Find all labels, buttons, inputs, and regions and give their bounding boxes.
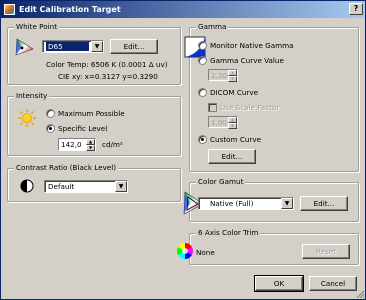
intensity-specific-label[interactable]: Specific Level [58, 124, 107, 133]
contrast-select[interactable]: Default ▼ [44, 180, 128, 193]
intensity-legend: Intensity [14, 91, 50, 100]
gamma-group: Gamma Monitor Native Gamma Gamma Curve V… [184, 22, 359, 172]
color-gamut-edit-button[interactable]: Edit... [300, 196, 348, 211]
spinner-arrows-icon[interactable]: ▲ ▼ [86, 139, 95, 151]
gamma-edit-button[interactable]: Edit... [208, 149, 256, 164]
dialog-window: Edit Calibration Target ? White Point D6… [0, 0, 366, 300]
gamma-curve-label[interactable]: Gamma Curve Value [210, 56, 284, 65]
color-gamut-legend: Color Gamut [196, 177, 246, 186]
color-trim-reset-button[interactable]: Reset [302, 244, 350, 259]
intensity-group: Intensity Maximum Possible Specific Leve… [7, 91, 181, 156]
intensity-max-label[interactable]: Maximum Possible [58, 109, 125, 118]
gamma-value-spinner[interactable]: 2,20 ▲ ▼ [208, 69, 238, 82]
gamma-custom-radio[interactable] [198, 135, 207, 144]
color-temp-text: Color Temp: 6506 K (0.0001 Δ uv) [46, 60, 168, 69]
gamma-dicom-radio[interactable] [198, 88, 207, 97]
intensity-level-spinner[interactable]: 142,0 ▲ ▼ [58, 138, 96, 151]
white-point-value: D65 [46, 42, 89, 51]
color-gamut-select[interactable]: Native (Full) ▼ [198, 197, 294, 210]
intensity-max-radio[interactable] [46, 109, 55, 118]
window-title: Edit Calibration Target [19, 5, 121, 14]
title-bar[interactable]: Edit Calibration Target ? [1, 1, 365, 18]
gamma-native-label[interactable]: Monitor Native Gamma [210, 41, 294, 50]
gamma-custom-label[interactable]: Custom Curve [210, 135, 261, 144]
intensity-level-value: 142,0 [61, 140, 82, 149]
white-point-edit-button[interactable]: Edit... [110, 39, 158, 54]
chevron-down-icon: ▼ [91, 41, 103, 52]
contrast-icon [20, 179, 34, 193]
intensity-unit: cd/m² [102, 140, 123, 149]
scale-factor-spinner[interactable]: 1,00 ▲ ▼ [208, 116, 238, 129]
cancel-button[interactable]: Cancel [309, 276, 357, 291]
color-trim-value: None [196, 248, 215, 257]
contrast-value: Default [48, 182, 75, 191]
white-point-legend: White Point [14, 22, 60, 31]
intensity-specific-radio[interactable] [46, 124, 55, 133]
use-scale-label[interactable]: Use Scale Factor [220, 103, 279, 112]
color-trim-group: 6 Axis Color Trim None Reset [177, 228, 359, 265]
cie-xy-text: CIE xy: x=0.3127 y=0.3290 [58, 72, 158, 81]
sun-icon [18, 109, 36, 127]
chevron-down-icon: ▼ [281, 198, 293, 209]
scale-factor-value: 1,00 [211, 117, 228, 127]
ok-button[interactable]: OK [254, 275, 304, 292]
gamma-value: 2,20 [211, 70, 228, 80]
gamma-dicom-label[interactable]: DICOM Curve [210, 88, 258, 97]
spinner-arrows-icon[interactable]: ▲ ▼ [228, 70, 237, 82]
color-gamut-value: Native (Full) [210, 199, 254, 208]
gamma-native-radio[interactable] [198, 41, 207, 50]
spinner-arrows-icon[interactable]: ▲ ▼ [228, 117, 237, 129]
app-icon [4, 4, 15, 15]
gamma-legend: Gamma [196, 22, 229, 31]
white-point-icon [15, 38, 34, 56]
color-wheel-icon [177, 243, 193, 259]
resize-grip-icon[interactable] [355, 289, 365, 299]
contrast-group: Contrast Ratio (Black Level) Default ▼ [7, 163, 181, 202]
chevron-down-icon: ▼ [115, 181, 127, 192]
color-trim-legend: 6 Axis Color Trim [196, 228, 261, 237]
white-point-group: White Point D65 ▼ Edit... Color Temp: 65… [7, 22, 181, 85]
contrast-legend: Contrast Ratio (Black Level) [14, 163, 119, 172]
white-point-select[interactable]: D65 ▼ [42, 40, 104, 53]
gamma-curve-radio[interactable] [198, 56, 207, 65]
color-gamut-group: Color Gamut Native (Full) ▼ Edit... [183, 177, 359, 222]
help-button[interactable]: ? [349, 3, 363, 15]
use-scale-checkbox[interactable] [208, 103, 217, 112]
